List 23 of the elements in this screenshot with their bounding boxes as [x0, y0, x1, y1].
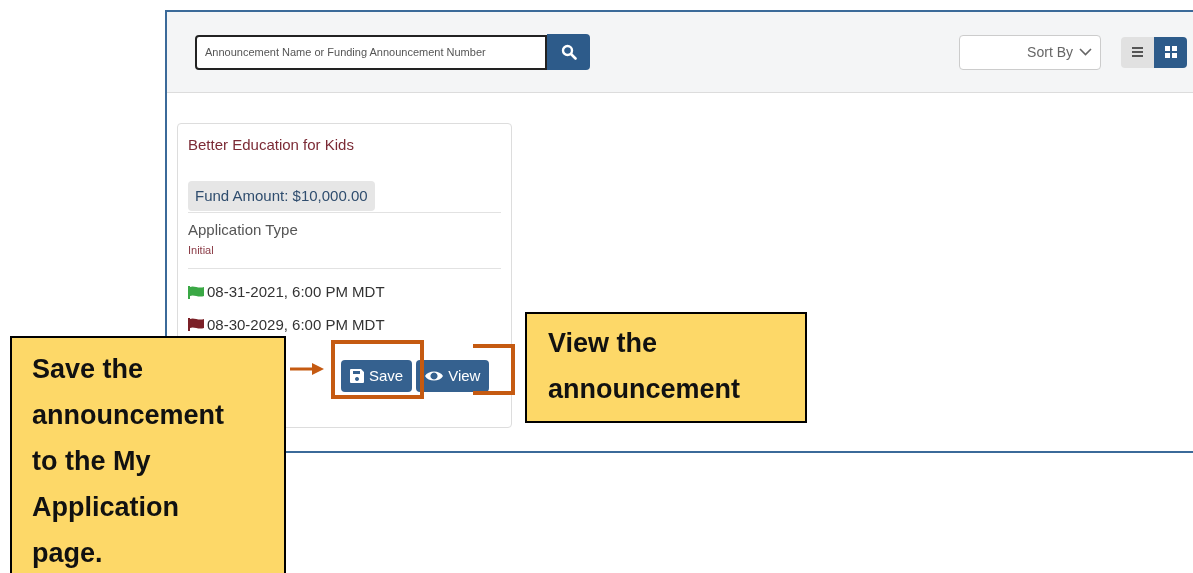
flag-icon [188, 318, 204, 332]
flag-icon [188, 285, 204, 299]
application-type-label: Application Type [188, 220, 299, 240]
grid-icon [1164, 46, 1177, 58]
callout-box: View the announcement [525, 312, 807, 423]
list-view-button[interactable] [1121, 36, 1154, 68]
view-button[interactable]: View [416, 360, 490, 392]
arrow [290, 362, 326, 376]
date-text: 08-31-2021, 6:00 PM MDT [207, 282, 385, 302]
fund-amount-badge: Fund Amount: $10,000.00 [188, 180, 375, 211]
search-button[interactable] [547, 34, 590, 70]
chevron-down-icon [1079, 48, 1092, 56]
search-icon [560, 44, 577, 60]
callout-box: Save the announcement to the My Application page. [10, 336, 286, 573]
application-type-value: Initial [188, 242, 215, 258]
search-field[interactable]: Announcement Name or Funding Announcement Number [195, 34, 547, 70]
sort-dropdown[interactable]: Sort By [959, 34, 1101, 70]
date-text: 08-30-2029, 6:00 PM MDT [207, 314, 385, 335]
grid-view-button[interactable] [1154, 36, 1187, 68]
eye-icon [425, 370, 444, 382]
list-icon [1132, 47, 1143, 57]
save-button[interactable]: Save [341, 360, 413, 392]
card-title: Better Education for Kids [188, 135, 355, 155]
